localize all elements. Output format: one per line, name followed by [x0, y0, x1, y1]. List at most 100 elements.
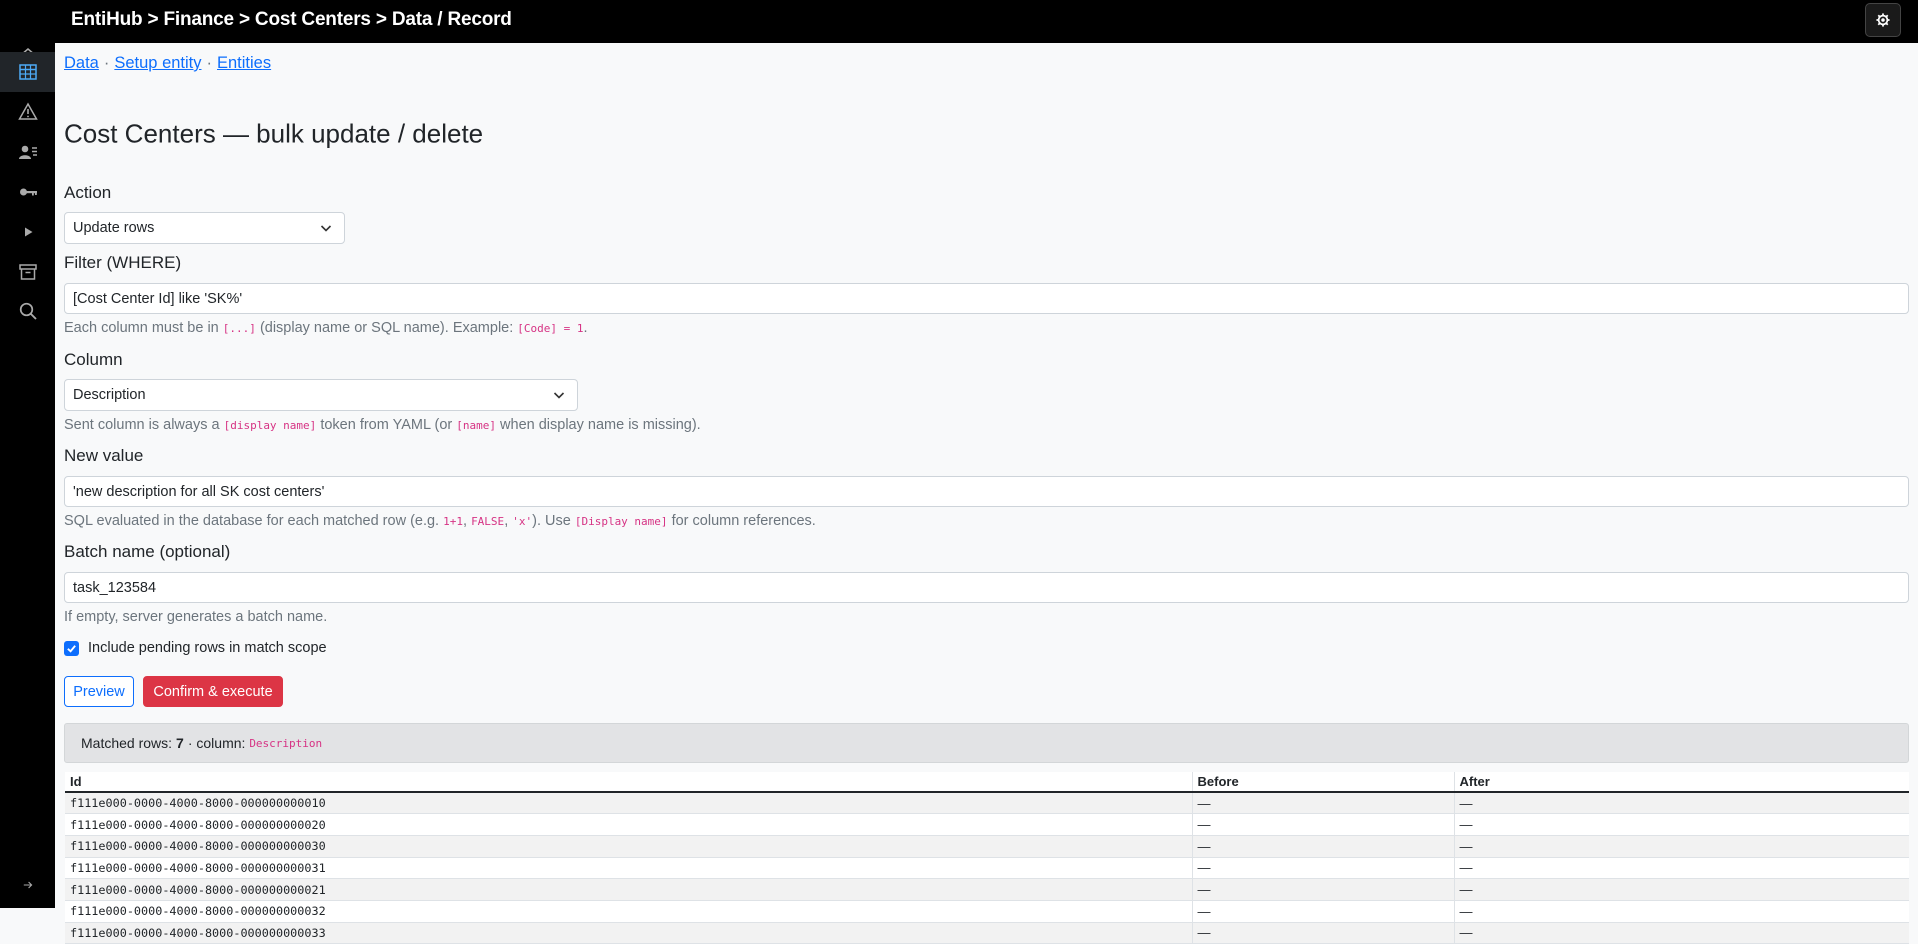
column-select-value: Description: [73, 387, 146, 403]
help-code: [Code] = 1: [517, 322, 584, 335]
help-code: 'x': [512, 515, 533, 528]
column-header-after: After: [1453, 772, 1909, 793]
confirm-execute-button[interactable]: Confirm & execute: [143, 676, 283, 707]
search-icon: [19, 302, 37, 320]
main-content: Data · Setup entity · Entities Cost Centers …: [55, 43, 1918, 944]
include-pending-row: Include pending rows in match scope: [64, 640, 327, 656]
cell-after: —: [1453, 922, 1909, 944]
cell-before: —: [1191, 835, 1454, 858]
help-text: for column references.: [671, 513, 816, 529]
match-summary: Matched rows: 7 · column: Description: [64, 723, 1909, 763]
warning-icon: [17, 102, 38, 120]
gear-icon: [1876, 13, 1890, 27]
sidebar-item-search[interactable]: [0, 291, 55, 331]
filter-help: Each column must be in [...] (display na…: [64, 320, 588, 336]
column-select[interactable]: Description: [64, 379, 578, 411]
cell-id: f111e000-0000-4000-8000-000000000020: [65, 813, 1192, 836]
sidebar-item-data[interactable]: [0, 52, 55, 92]
help-code: [display name]: [223, 419, 317, 432]
column-label: Column: [64, 350, 123, 369]
help-text: SQL evaluated in the database for each m…: [64, 513, 440, 529]
help-code: [Display name]: [574, 515, 668, 528]
cell-id: f111e000-0000-4000-8000-000000000030: [65, 835, 1192, 858]
chevron-down-icon: [320, 225, 332, 232]
action-select[interactable]: Update rows: [64, 212, 345, 244]
cell-before: —: [1191, 900, 1454, 923]
help-text: ,: [463, 513, 468, 529]
cell-after: —: [1453, 835, 1909, 858]
table-row: f111e000-0000-4000-8000-000000000030 — —: [65, 835, 1909, 858]
help-text: ,: [504, 513, 509, 529]
table-row: f111e000-0000-4000-8000-000000000020 — —: [65, 813, 1909, 836]
key-icon: [19, 188, 37, 196]
table-row: f111e000-0000-4000-8000-000000000010 — —: [65, 792, 1909, 815]
cell-after: —: [1453, 792, 1909, 815]
arrow-right-icon: [23, 881, 32, 889]
column-help: Sent column is always a [display name] t…: [64, 417, 701, 433]
cell-before: —: [1191, 878, 1454, 901]
help-code: [name]: [456, 419, 496, 432]
breadcrumb-data[interactable]: Data: [64, 54, 99, 72]
action-select-value: Update rows: [73, 220, 155, 236]
breadcrumb: Data · Setup entity · Entities: [64, 54, 271, 73]
cell-id: f111e000-0000-4000-8000-000000000031: [65, 857, 1192, 880]
sidebar: [0, 43, 55, 908]
column-header-id: Id: [65, 772, 1192, 793]
table-row: f111e000-0000-4000-8000-000000000021 — —: [65, 878, 1909, 901]
top-bar: EntiHub > Finance > Cost Centers > Data …: [0, 0, 1918, 43]
breadcrumb-setup-entity[interactable]: Setup entity: [114, 54, 201, 72]
sidebar-item-users[interactable]: [0, 132, 55, 172]
batch-name-input[interactable]: task_123584: [64, 572, 1909, 603]
cell-after: —: [1453, 900, 1909, 923]
settings-button[interactable]: [1865, 3, 1901, 37]
cell-before: —: [1191, 792, 1454, 815]
cell-before: —: [1191, 857, 1454, 880]
preview-button[interactable]: Preview: [64, 676, 134, 707]
help-text: .: [583, 320, 588, 336]
help-text: token from YAML (or: [320, 417, 453, 433]
breadcrumb-entities[interactable]: Entities: [217, 54, 271, 72]
users-icon: [18, 145, 37, 159]
cell-after: —: [1453, 857, 1909, 880]
breadcrumb-separator: ·: [206, 54, 213, 72]
cell-id: f111e000-0000-4000-8000-000000000033: [65, 922, 1192, 944]
help-code: 1+1: [443, 515, 463, 528]
help-code: [...]: [222, 322, 256, 335]
table-icon: [18, 64, 37, 80]
help-text: Sent column is always a: [64, 417, 220, 433]
new-value-input[interactable]: 'new description for all SK cost centers…: [64, 476, 1909, 507]
sidebar-expand-button[interactable]: [0, 865, 55, 905]
cell-before: —: [1191, 813, 1454, 836]
batch-name-label: Batch name (optional): [64, 542, 231, 561]
results-table: Id Before After f111e000-0000-4000-8000-…: [65, 772, 1909, 944]
cell-id: f111e000-0000-4000-8000-000000000021: [65, 878, 1192, 901]
table-row: f111e000-0000-4000-8000-000000000033 — —: [65, 922, 1909, 944]
check-icon: [67, 644, 76, 653]
new-value-label: New value: [64, 446, 144, 465]
new-value-help: SQL evaluated in the database for each m…: [64, 513, 816, 529]
play-icon: [24, 227, 32, 237]
chevron-down-icon: [553, 392, 565, 399]
page-title: Cost Centers — bulk update / delete: [64, 118, 484, 149]
sidebar-item-warnings[interactable]: [0, 92, 55, 132]
help-text: Each column must be in: [64, 320, 219, 336]
include-pending-checkbox[interactable]: [64, 640, 79, 656]
cell-id: f111e000-0000-4000-8000-000000000032: [65, 900, 1192, 923]
sidebar-item-keys[interactable]: [0, 172, 55, 212]
sidebar-item-run[interactable]: [0, 212, 55, 252]
summary-prefix: Matched rows:: [81, 735, 173, 751]
matched-row-count: 7: [176, 735, 184, 751]
cell-id: f111e000-0000-4000-8000-000000000010: [65, 792, 1192, 815]
sidebar-item-archive[interactable]: [0, 252, 55, 292]
table-row: f111e000-0000-4000-8000-000000000032 — —: [65, 900, 1909, 923]
cell-after: —: [1453, 813, 1909, 836]
table-row: f111e000-0000-4000-8000-000000000031 — —: [65, 857, 1909, 880]
summary-column: Description: [249, 736, 323, 750]
breadcrumb-separator: ·: [103, 54, 110, 72]
help-code: FALSE: [471, 515, 505, 528]
filter-input[interactable]: [Cost Center Id] like 'SK%': [64, 283, 1909, 314]
help-text: ). Use: [532, 513, 571, 529]
column-header-before: Before: [1191, 772, 1454, 793]
action-label: Action: [64, 183, 112, 202]
batch-name-help: If empty, server generates a batch name.: [64, 609, 328, 625]
